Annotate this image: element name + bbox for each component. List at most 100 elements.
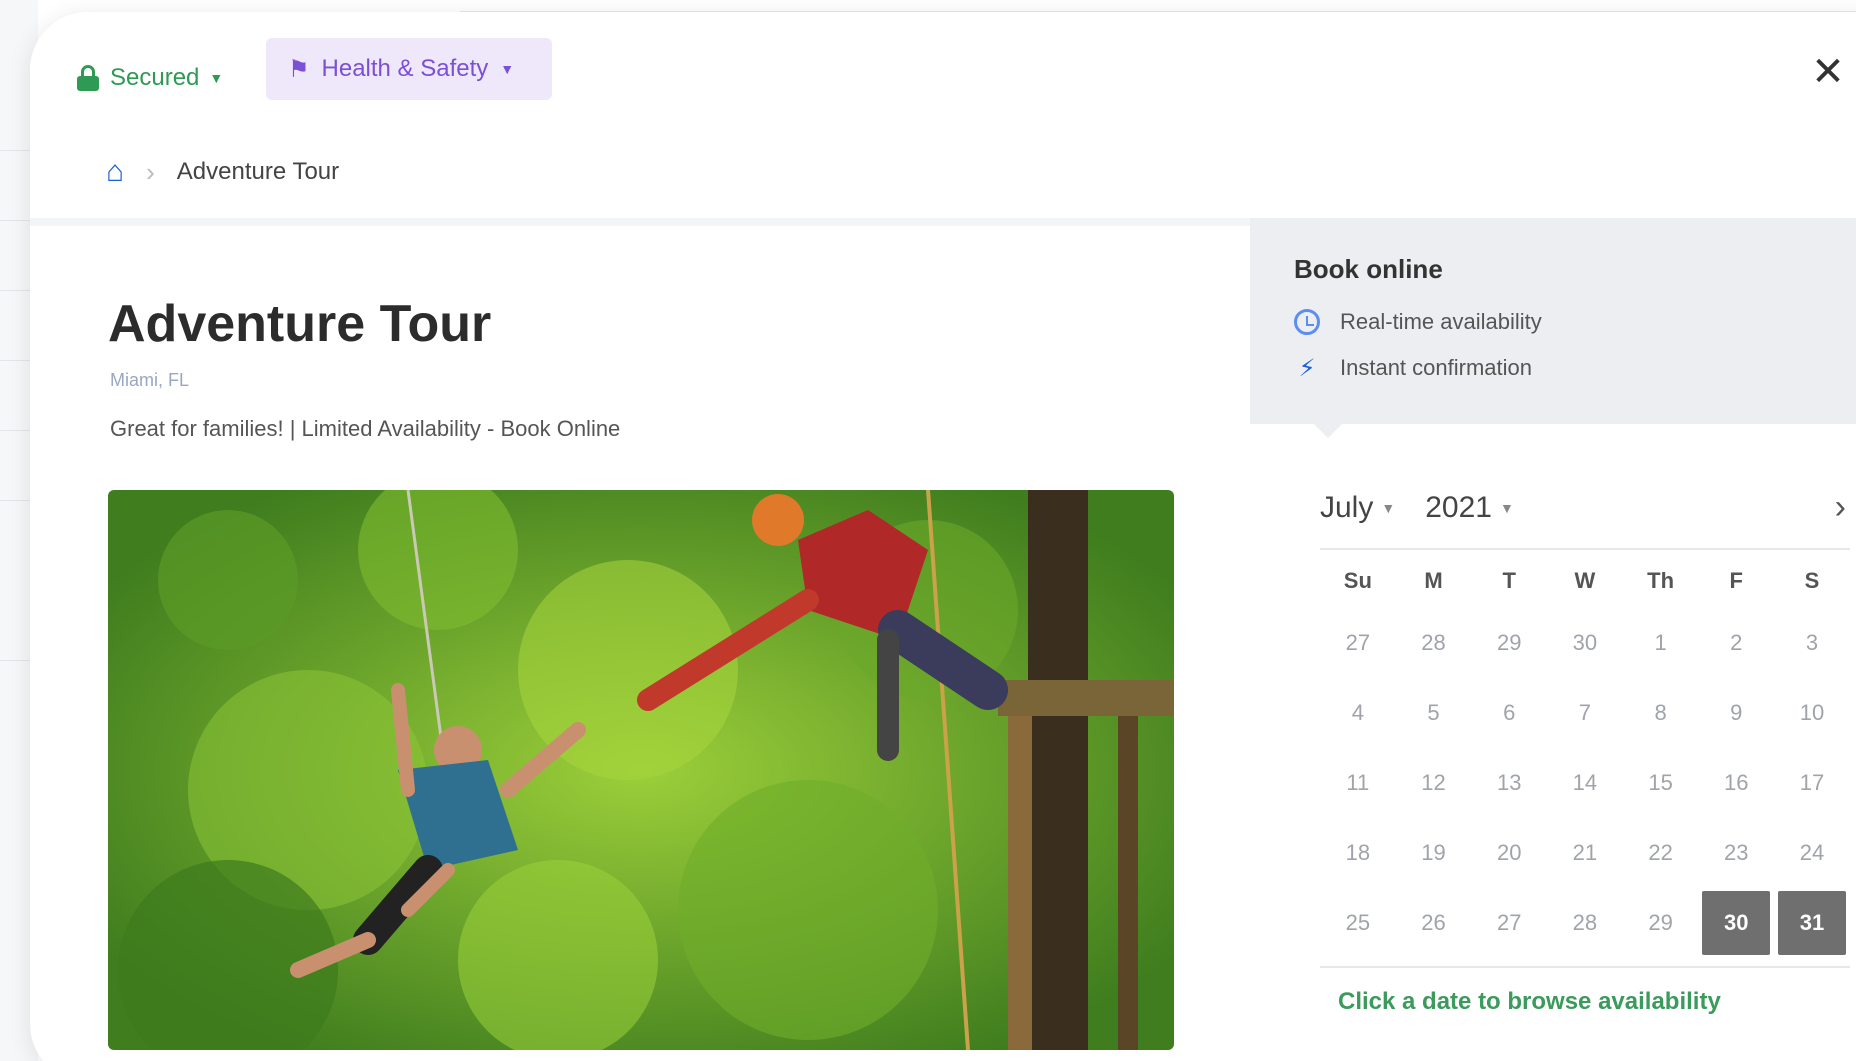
panel-pointer bbox=[1312, 422, 1344, 438]
secured-label: Secured bbox=[110, 64, 200, 91]
day-number: 14 bbox=[1572, 770, 1598, 795]
calendar-day[interactable]: 7 bbox=[1547, 678, 1623, 748]
calendar-week: 4 5 6 7 8 9 10 bbox=[1320, 678, 1850, 748]
calendar-day[interactable]: 29 bbox=[1471, 608, 1547, 678]
day-number: 29 bbox=[1496, 630, 1522, 655]
chevron-right-icon: › bbox=[1834, 488, 1846, 526]
background-divider bbox=[0, 150, 30, 151]
calendar-day[interactable]: 1 bbox=[1623, 608, 1699, 678]
calendar-week: 27 28 29 30 1 2 3 bbox=[1320, 608, 1850, 678]
weekday-row: Su M T W Th F S bbox=[1320, 550, 1850, 608]
year-select[interactable]: 2021 ▼ bbox=[1425, 491, 1514, 525]
day-number: 18 bbox=[1345, 840, 1371, 865]
chevron-down-icon: ▼ bbox=[209, 70, 224, 86]
calendar-day[interactable]: 12 bbox=[1396, 748, 1472, 818]
health-safety-dropdown[interactable]: ⚑ Health & Safety ▼ bbox=[266, 38, 552, 100]
secured-dropdown[interactable]: Secured ▼ bbox=[76, 50, 223, 106]
day-number: 16 bbox=[1724, 770, 1749, 795]
calendar-day[interactable]: 26 bbox=[1396, 888, 1472, 958]
calendar-hint: Click a date to browse availability bbox=[1338, 988, 1721, 1015]
tour-location: Miami, FL bbox=[110, 370, 190, 390]
calendar-day[interactable]: 9 bbox=[1698, 678, 1774, 748]
calendar-day[interactable]: 25 bbox=[1320, 888, 1396, 958]
day-number: 6 bbox=[1503, 700, 1516, 725]
month-label: July bbox=[1320, 491, 1374, 524]
weekday-label: Th bbox=[1647, 568, 1675, 593]
calendar-day[interactable]: 28 bbox=[1396, 608, 1472, 678]
calendar-day[interactable]: 14 bbox=[1547, 748, 1623, 818]
calendar-day[interactable]: 27 bbox=[1471, 888, 1547, 958]
calendar-day[interactable]: 16 bbox=[1698, 748, 1774, 818]
calendar-day[interactable]: 23 bbox=[1698, 818, 1774, 888]
calendar: July ▼ 2021 ▼ › Su M T W Th F S 27 28 29 30 1 2 3 4 5 6… bbox=[1320, 482, 1856, 1016]
background-divider bbox=[0, 290, 30, 291]
calendar-grid: 27 28 29 30 1 2 3 4 5 6 7 8 9 10 11 12 13 14 15 16 17 18 19 20 2… bbox=[1320, 608, 1856, 958]
close-button[interactable]: ✕ bbox=[1808, 50, 1848, 94]
day-number: 20 bbox=[1496, 840, 1522, 865]
breadcrumb-separator-icon: › bbox=[146, 156, 155, 187]
calendar-day[interactable]: 20 bbox=[1471, 818, 1547, 888]
calendar-day[interactable]: 30 bbox=[1547, 608, 1623, 678]
modal-topbar: Secured ▼ ⚑ Health & Safety ▼ ✕ bbox=[30, 12, 1856, 130]
home-icon[interactable]: ⌂ bbox=[106, 155, 124, 189]
calendar-day[interactable]: 29 bbox=[1623, 888, 1699, 958]
day-number: 27 bbox=[1345, 630, 1371, 655]
calendar-day[interactable]: 5 bbox=[1396, 678, 1472, 748]
calendar-day[interactable]: 27 bbox=[1320, 608, 1396, 678]
day-number: 28 bbox=[1421, 630, 1446, 655]
day-number: 4 bbox=[1351, 700, 1364, 725]
calendar-day[interactable]: 24 bbox=[1774, 818, 1850, 888]
calendar-day[interactable]: 18 bbox=[1320, 818, 1396, 888]
calendar-week: 18 19 20 21 22 23 24 bbox=[1320, 818, 1850, 888]
feature-instant: ⚡ Instant confirmation bbox=[1294, 352, 1532, 384]
month-select[interactable]: July ▼ bbox=[1320, 491, 1395, 525]
weekday-label: Su bbox=[1343, 568, 1372, 593]
calendar-day[interactable]: 19 bbox=[1396, 818, 1472, 888]
calendar-day[interactable]: 21 bbox=[1547, 818, 1623, 888]
calendar-day-selected[interactable]: 31 bbox=[1774, 888, 1850, 958]
book-online-title: Book online bbox=[1294, 254, 1443, 284]
day-number: 23 bbox=[1724, 840, 1749, 865]
day-number: 11 bbox=[1346, 770, 1370, 795]
calendar-day[interactable]: 3 bbox=[1774, 608, 1850, 678]
weekday-label: S bbox=[1804, 568, 1820, 593]
chevron-down-icon: ▼ bbox=[1499, 500, 1514, 516]
calendar-day[interactable]: 13 bbox=[1471, 748, 1547, 818]
background-divider bbox=[0, 360, 30, 361]
book-online-panel: Book online Real-time availability ⚡ Ins… bbox=[1250, 218, 1856, 424]
next-month-button[interactable]: › bbox=[1835, 488, 1846, 527]
tour-modal: Secured ▼ ⚑ Health & Safety ▼ ✕ ⌂ › Adve… bbox=[30, 12, 1856, 1061]
close-icon: ✕ bbox=[1811, 50, 1845, 94]
day-number: 29 bbox=[1648, 910, 1673, 935]
breadcrumb-current: Adventure Tour bbox=[176, 158, 340, 185]
calendar-day[interactable]: 22 bbox=[1623, 818, 1699, 888]
day-number: 30 bbox=[1572, 630, 1598, 655]
feature-label: Real-time availability bbox=[1340, 309, 1542, 334]
calendar-week: 11 12 13 14 15 16 17 bbox=[1320, 748, 1850, 818]
health-safety-label: Health & Safety bbox=[321, 55, 489, 82]
year-label: 2021 bbox=[1425, 491, 1492, 524]
calendar-day[interactable]: 11 bbox=[1320, 748, 1396, 818]
day-number: 30 bbox=[1702, 891, 1771, 955]
weekday-label: M bbox=[1424, 568, 1443, 593]
feature-realtime: Real-time availability bbox=[1294, 306, 1542, 338]
chevron-down-icon: ▼ bbox=[1381, 500, 1396, 516]
page-title: Adventure Tour bbox=[108, 295, 492, 353]
day-number: 25 bbox=[1345, 910, 1371, 935]
calendar-day[interactable]: 2 bbox=[1698, 608, 1774, 678]
calendar-day[interactable]: 17 bbox=[1774, 748, 1850, 818]
calendar-week: 25 26 27 28 29 30 31 bbox=[1320, 888, 1850, 958]
feature-label: Instant confirmation bbox=[1340, 355, 1532, 380]
day-number: 7 bbox=[1578, 700, 1592, 725]
health-safety-icon: ⚑ bbox=[288, 55, 310, 83]
calendar-day-selected[interactable]: 30 bbox=[1698, 888, 1774, 958]
background-divider bbox=[0, 500, 30, 501]
calendar-day[interactable]: 6 bbox=[1471, 678, 1547, 748]
day-number: 26 bbox=[1421, 910, 1446, 935]
calendar-day[interactable]: 10 bbox=[1774, 678, 1850, 748]
calendar-day[interactable]: 4 bbox=[1320, 678, 1396, 748]
calendar-day[interactable]: 15 bbox=[1623, 748, 1699, 818]
calendar-day[interactable]: 8 bbox=[1623, 678, 1699, 748]
clock-icon bbox=[1294, 309, 1320, 335]
calendar-day[interactable]: 28 bbox=[1547, 888, 1623, 958]
